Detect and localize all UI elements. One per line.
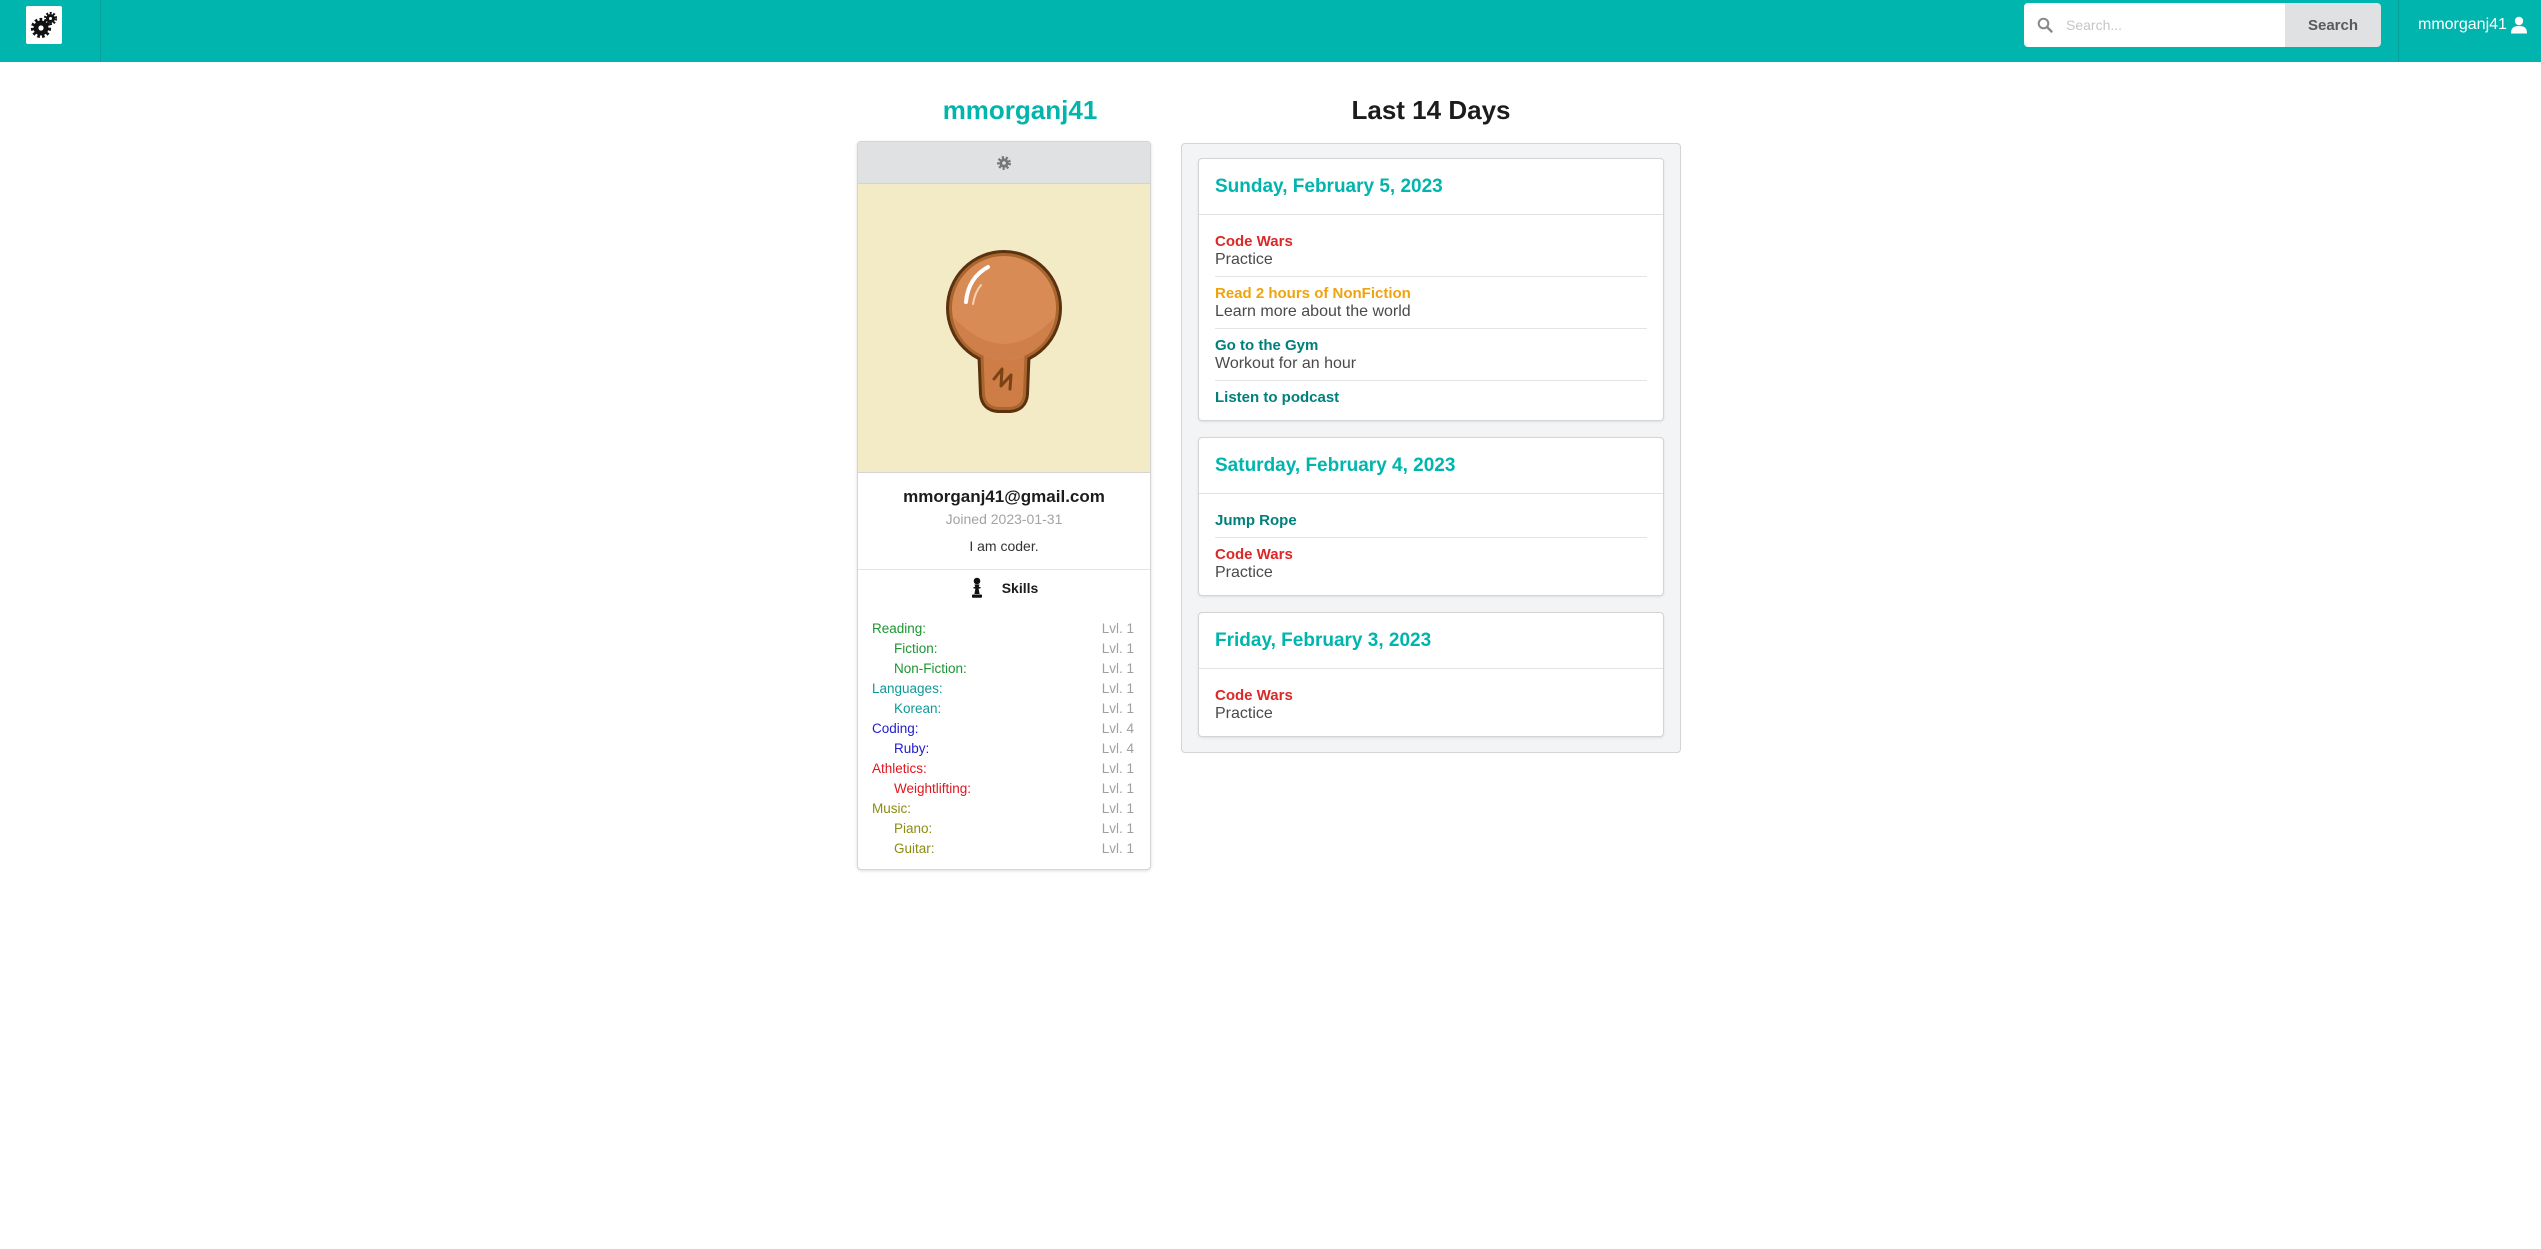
task-item: Read 2 hours of NonFiction Learn more ab… [1215,276,1647,328]
search-input[interactable] [2024,3,2285,47]
day-date-header: Sunday, February 5, 2023 [1199,159,1663,215]
search-icon [2037,17,2053,33]
skill-row: Reading: Lvl. 1 [872,619,1134,639]
subskill-row: Korean: Lvl. 1 [872,699,1134,719]
day-date-header: Friday, February 3, 2023 [1199,613,1663,669]
skill-level: Lvl. 1 [1101,761,1134,776]
top-navbar: Search mmorganj41 [0,0,2541,62]
subskill-level: Lvl. 1 [1101,781,1134,796]
skill-level: Lvl. 4 [1101,721,1134,736]
task-name-link[interactable]: Code Wars [1215,546,1647,564]
skill-row: Languages: Lvl. 1 [872,679,1134,699]
task-name-link[interactable]: Listen to podcast [1215,389,1647,407]
task-item: Code Wars Practice [1215,537,1647,589]
day-date-header: Saturday, February 4, 2023 [1199,438,1663,494]
day-card: Saturday, February 4, 2023 Jump Rope Cod… [1198,437,1664,596]
subskill-name: Fiction: [894,641,938,656]
skill-name: Music: [872,801,912,816]
skill-name: Languages: [872,681,943,696]
skill-name: Athletics: [872,761,927,776]
task-description: Learn more about the world [1215,303,1411,320]
subskill-name: Weightlifting: [894,781,972,796]
subskill-row: Fiction: Lvl. 1 [872,639,1134,659]
subskill-level: Lvl. 1 [1101,841,1134,856]
subskill-row: Weightlifting: Lvl. 1 [872,779,1134,799]
subskill-level: Lvl. 1 [1101,641,1134,656]
task-description: Practice [1215,564,1273,581]
lightbulb-icon [946,250,1062,413]
skill-level: Lvl. 1 [1101,621,1134,636]
settings-button[interactable] [858,142,1150,184]
task-name-link[interactable]: Read 2 hours of NonFiction [1215,285,1647,303]
subskill-row: Ruby: Lvl. 4 [872,739,1134,759]
task-item: Listen to podcast [1215,380,1647,414]
skill-level: Lvl. 1 [1101,801,1134,816]
subskill-level: Lvl. 1 [1101,701,1134,716]
task-description: Practice [1215,705,1273,722]
day-task-list: Code Wars Practice [1199,669,1663,736]
profile-card: mmorganj41@gmail.com Joined 2023-01-31 I… [857,141,1151,870]
skill-name: Coding: [872,721,919,736]
subskill-name: Piano: [894,821,933,836]
subskill-row: Non-Fiction: Lvl. 1 [872,659,1134,679]
task-name-link[interactable]: Jump Rope [1215,512,1647,530]
user-menu-link[interactable]: mmorganj41 [2418,0,2528,50]
skills-header: Skills [858,576,1150,600]
gears-icon [30,11,58,39]
task-name-link[interactable]: Code Wars [1215,233,1647,251]
avatar-image [858,184,1150,473]
search-form: Search [2024,3,2381,47]
subskill-name: Guitar: [894,841,935,856]
activity-panel: Sunday, February 5, 2023 Code Wars Pract… [1181,143,1681,753]
nav-username: mmorganj41 [2418,16,2507,33]
navbar-divider [100,0,101,62]
activity-title: Last 14 Days [1351,95,1511,125]
skill-row: Athletics: Lvl. 1 [872,759,1134,779]
subskill-name: Ruby: [894,741,930,756]
subskill-name: Korean: [894,701,942,716]
gear-icon [997,155,1011,170]
subskill-row: Guitar: Lvl. 1 [872,839,1134,859]
task-name-link[interactable]: Go to the Gym [1215,337,1647,355]
user-icon [2510,16,2527,34]
day-task-list: Code Wars Practice Read 2 hours of NonFi… [1199,215,1663,420]
skill-name: Reading: [872,621,927,636]
skill-level: Lvl. 1 [1101,681,1134,696]
profile-email: mmorganj41@gmail.com [903,487,1105,506]
task-item: Code Wars Practice [1215,679,1647,730]
subskill-name: Non-Fiction: [894,661,967,676]
subskill-row: Piano: Lvl. 1 [872,819,1134,839]
navbar-divider [2398,0,2399,62]
skill-row: Music: Lvl. 1 [872,799,1134,819]
skills-list: Reading: Lvl. 1 Fiction: Lvl. 1 Non-Fict… [858,619,1150,859]
task-name-link[interactable]: Code Wars [1215,687,1647,705]
subskill-level: Lvl. 4 [1101,741,1134,756]
pawn-icon [971,577,982,598]
home-logo-button[interactable] [26,6,62,44]
day-card: Friday, February 3, 2023 Code Wars Pract… [1198,612,1664,737]
task-item: Jump Rope [1215,504,1647,537]
subskill-level: Lvl. 1 [1101,661,1134,676]
profile-info: mmorganj41@gmail.com Joined 2023-01-31 I… [858,473,1150,570]
profile-bio: I am coder. [969,538,1039,554]
subskill-level: Lvl. 1 [1101,821,1134,836]
day-task-list: Jump Rope Code Wars Practice [1199,494,1663,595]
skill-row: Coding: Lvl. 4 [872,719,1134,739]
skills-label: Skills [1001,580,1039,596]
search-field [2024,3,2285,47]
search-button[interactable]: Search [2285,3,2381,47]
profile-username-title: mmorganj41 [942,95,1098,125]
task-item: Go to the Gym Workout for an hour [1215,328,1647,380]
day-card: Sunday, February 5, 2023 Code Wars Pract… [1198,158,1664,421]
task-description: Workout for an hour [1215,355,1357,372]
task-item: Code Wars Practice [1215,225,1647,276]
task-description: Practice [1215,251,1273,268]
profile-joined-date: Joined 2023-01-31 [945,511,1063,527]
